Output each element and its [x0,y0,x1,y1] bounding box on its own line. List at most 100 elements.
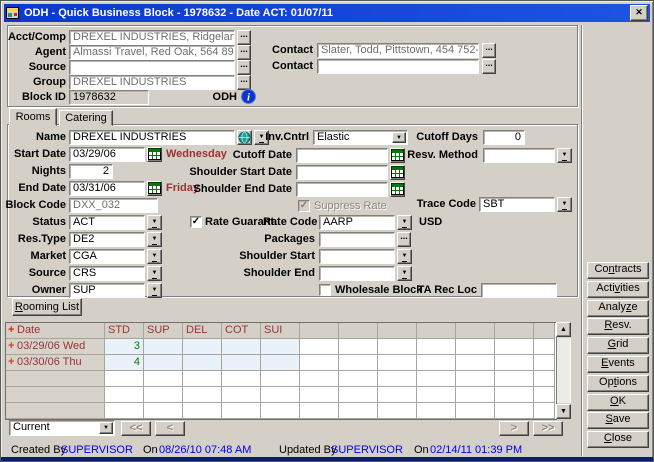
contact1-lookup-button[interactable]: ... [482,43,496,58]
start-date-calendar-button[interactable] [147,147,162,162]
grid-cell-empty[interactable] [495,339,534,355]
grid-cell-empty[interactable] [105,371,144,387]
grid-cell-empty[interactable] [105,403,144,419]
shoulder-start-date-field[interactable] [296,165,388,180]
scroll-up-icon[interactable]: ▲ [556,322,571,337]
next-page-button[interactable]: > [499,421,529,436]
vertical-scrollbar-track[interactable] [556,338,571,403]
owner-dropdown-button[interactable]: ▼ [147,283,162,298]
ta-rec-loc-field[interactable] [481,283,557,298]
trace-code-dropdown-button[interactable]: ▼ [557,197,572,212]
shoulder-start-field[interactable] [319,249,395,264]
shoulder-start-dropdown-button[interactable]: ▼ [397,249,412,264]
grid-cell-empty[interactable] [339,339,378,355]
res-type-field[interactable]: DE2 [69,232,145,247]
events-button[interactable]: Events [587,356,649,373]
grid-cell-empty[interactable] [105,387,144,403]
grid-cell-empty[interactable] [144,403,183,419]
grid-cell-empty[interactable] [495,403,534,419]
source-dropdown-button[interactable]: ▼ [147,266,162,281]
grid-cell-empty[interactable] [339,403,378,419]
grid-cell-empty[interactable] [183,403,222,419]
grid-cell-empty[interactable] [495,387,534,403]
shoulder-end-dropdown-button[interactable]: ▼ [397,266,412,281]
options-button[interactable]: Options [587,375,649,392]
contact1-field[interactable]: Slater, Todd, Pittstown, 454 752-0885 [317,43,479,58]
grid-cell-empty[interactable] [261,403,300,419]
owner-field[interactable]: SUP [69,283,145,298]
grid-button[interactable]: Grid [587,337,649,354]
title-bar[interactable]: ODH - Quick Business Block - 1978632 - D… [4,4,650,22]
grid-cell-std[interactable]: 3 [105,339,144,355]
rate-code-dropdown-button[interactable]: ▼ [397,215,412,230]
contracts-button[interactable]: Contracts [587,262,649,279]
grid-cell-empty[interactable] [456,355,495,371]
market-dropdown-button[interactable]: ▼ [147,249,162,264]
source-company-field[interactable] [69,60,235,75]
packages-lookup-button[interactable]: ... [397,232,411,247]
rooming-list-button[interactable]: Rooming List [12,298,82,316]
grid-cell-empty[interactable] [300,339,339,355]
prev-page-button[interactable]: < [155,421,185,436]
status-field[interactable]: ACT [69,215,145,230]
resv-method-field[interactable] [483,148,555,163]
activities-button[interactable]: Activities [587,281,649,298]
grid-cell-empty[interactable] [300,387,339,403]
grid-cell-empty[interactable] [378,371,417,387]
grid-cell-empty[interactable] [222,387,261,403]
grid-view-combobox[interactable]: Current ▼ [9,420,115,436]
nights-field[interactable]: 2 [69,164,113,179]
grid-cell-empty[interactable] [183,387,222,403]
cutoff-days-field[interactable]: 0 [483,130,525,145]
contact2-field[interactable] [317,59,479,74]
grid-cell-empty[interactable] [456,403,495,419]
grid-cell-empty[interactable] [456,387,495,403]
shoulder-end-date-field[interactable] [296,182,388,197]
grid-cell-empty[interactable] [339,387,378,403]
ok-button[interactable]: OK [587,394,649,411]
source-lookup-button[interactable]: ... [237,60,251,75]
first-page-button[interactable]: << [121,421,151,436]
grid-cell-empty[interactable] [417,355,456,371]
combo-arrow-icon[interactable]: ▼ [99,422,113,434]
shoulder-start-calendar-button[interactable] [390,165,405,180]
rate-guarant-checkbox[interactable]: ✓ [190,216,202,228]
tab-catering[interactable]: Catering [59,110,113,126]
grid-cell-empty[interactable] [222,371,261,387]
grid-cell-empty[interactable] [339,355,378,371]
start-date-field[interactable]: 03/29/06 [69,147,145,162]
last-page-button[interactable]: >> [533,421,563,436]
grid-cell-std[interactable]: 4 [105,355,144,371]
contact2-lookup-button[interactable]: ... [482,59,496,74]
analyze-button[interactable]: Analyze [587,300,649,317]
group-lookup-button[interactable]: ... [237,75,251,90]
grid-cell-empty[interactable] [300,355,339,371]
grid-cell-cot[interactable] [222,355,261,371]
scroll-down-icon[interactable]: ▼ [556,404,571,419]
grid-cell-empty[interactable] [417,403,456,419]
grid-cell-cot[interactable] [222,339,261,355]
grid-cell-sup[interactable] [144,355,183,371]
grid-cell-empty[interactable] [495,355,534,371]
grid-cell-empty[interactable] [456,339,495,355]
res-type-dropdown-button[interactable]: ▼ [147,232,162,247]
close-icon[interactable]: ✕ [630,5,648,21]
acct-comp-field[interactable]: DREXEL INDUSTRIES, Ridgeland, 564 52 [69,30,235,45]
source-field[interactable]: CRS [69,266,145,281]
grid-cell-empty[interactable] [456,371,495,387]
grid-cell-empty[interactable] [417,339,456,355]
rate-code-field[interactable]: AARP [319,215,395,230]
grid-cell-del[interactable] [183,355,222,371]
grid-cell-empty[interactable] [378,339,417,355]
grid-cell-sup[interactable] [144,339,183,355]
grid-cell-empty[interactable] [144,387,183,403]
grid-cell-empty[interactable] [261,371,300,387]
group-field[interactable]: DREXEL INDUSTRIES [69,75,235,90]
grid-cell-empty[interactable] [261,387,300,403]
grid-cell-sui[interactable] [261,355,300,371]
wholesale-block-checkbox[interactable] [319,284,331,296]
block-code-field[interactable]: DXX_032 [69,198,158,213]
grid-cell-empty[interactable] [300,371,339,387]
grid-cell-empty[interactable] [378,403,417,419]
save-button[interactable]: Save [587,412,649,429]
